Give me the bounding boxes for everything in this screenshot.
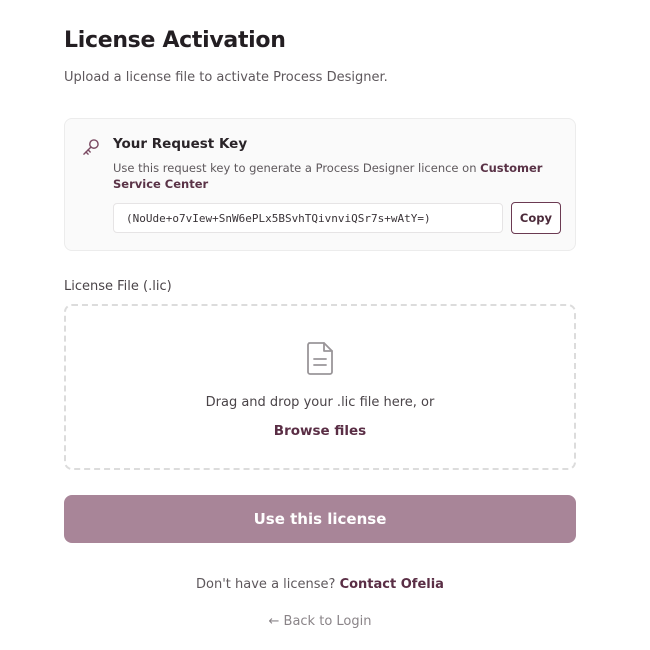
key-icon <box>83 139 99 155</box>
contact-link[interactable]: Contact Ofelia <box>340 577 444 592</box>
request-key-row: (NoUde+o7vIew+SnW6ePLx5BSvhTQivnviQSr7s+… <box>113 202 561 234</box>
license-file-label: License File (.lic) <box>64 279 172 294</box>
request-key-body: Your Request Key Use this request key to… <box>113 135 561 234</box>
copy-button[interactable]: Copy <box>510 202 561 234</box>
request-key-field[interactable]: (NoUde+o7vIew+SnW6ePLx5BSvhTQivnviQSr7s+… <box>113 203 503 233</box>
license-activation-page: License Activation Upload a license file… <box>64 0 576 629</box>
dropzone-text: Drag and drop your .lic file here, or <box>205 395 435 410</box>
license-file-dropzone[interactable]: Drag and drop your .lic file here, or Br… <box>64 304 576 470</box>
request-key-title: Your Request Key <box>113 136 248 152</box>
request-key-description-text: Use this request key to generate a Proce… <box>113 161 481 175</box>
request-key-description: Use this request key to generate a Proce… <box>113 160 561 192</box>
page-title: License Activation <box>64 28 286 53</box>
page-subtitle: Upload a license file to activate Proces… <box>64 70 388 85</box>
request-key-card: Your Request Key Use this request key to… <box>64 118 576 251</box>
use-license-button[interactable]: Use this license <box>64 495 576 543</box>
file-icon <box>307 342 333 375</box>
no-license-question: Don't have a license? <box>196 577 340 592</box>
back-to-login-link[interactable]: ← Back to Login <box>64 614 576 629</box>
browse-files-link[interactable]: Browse files <box>274 423 366 439</box>
no-license-prompt: Don't have a license? Contact Ofelia <box>64 577 576 592</box>
